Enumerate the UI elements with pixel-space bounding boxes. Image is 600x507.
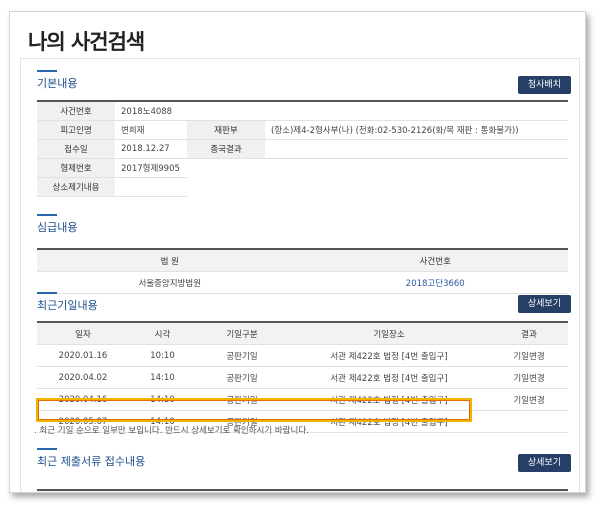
- submissions-table: 일 자 내 용: [37, 489, 568, 492]
- section-hearings-label: 최근기일내용: [37, 299, 98, 312]
- page-title: 나의 사건검색: [28, 30, 145, 54]
- col-time: 시각: [129, 322, 196, 345]
- value-receipt-date: 2018.12.27: [115, 139, 187, 159]
- value-final-result: [265, 139, 568, 159]
- empty-cell: [265, 178, 568, 197]
- trial-court: 서울중앙지방법원: [37, 271, 303, 294]
- cell-type: 공판기일: [196, 366, 288, 389]
- table-row: 접수일 2018.12.27 종국결과: [37, 139, 568, 159]
- col-date: 일 자: [37, 490, 159, 492]
- cell-result: 기일변경: [490, 388, 568, 411]
- value-defendant: 변희재: [115, 120, 187, 140]
- trial-table: 법 원 사건번호 서울중앙지방법원 2018고단3660: [37, 248, 568, 294]
- col-result: 결과: [490, 322, 568, 345]
- label-receipt-date: 접수일: [37, 139, 115, 159]
- cell-time: 14:10: [129, 366, 196, 389]
- label-court-division: 재판부: [187, 120, 265, 140]
- cell-type: 공판기일: [196, 344, 288, 367]
- section-bar: [37, 70, 57, 72]
- hearings-detail-button[interactable]: 상세보기: [517, 295, 571, 313]
- table-row: 사건번호 2018노4088: [37, 101, 568, 121]
- cell-result: 기일변경: [490, 344, 568, 367]
- highlight-box: [36, 398, 472, 422]
- label-case-number: 사건번호: [37, 101, 115, 121]
- section-submissions-title: 최근 제출서류 접수내용: [37, 448, 146, 469]
- table-row: 형제번호 2017형제9905: [37, 158, 568, 178]
- table-header-row: 법 원 사건번호: [37, 249, 568, 272]
- trial-case-link[interactable]: 2018고단3660: [302, 271, 568, 294]
- table-header-row: 일자 시각 기일구분 기일장소 결과: [37, 322, 568, 345]
- table-row: 피고인명 변희재 재판부 (항소)제4-2형사부(나) (전화:02-530-2…: [37, 120, 568, 140]
- section-basic-title: 기본내용: [37, 70, 78, 91]
- table-header-row: 일 자 내 용: [37, 490, 568, 492]
- value-appeal: [115, 177, 187, 197]
- section-bar: [37, 214, 57, 216]
- col-place: 기일장소: [288, 322, 490, 345]
- empty-value: [265, 101, 568, 121]
- empty-label: [187, 101, 265, 121]
- table-row: 서울중앙지방법원 2018고단3660: [37, 271, 568, 294]
- label-final-result: 종국결과: [187, 139, 265, 159]
- cell-date: 2020.01.16: [37, 344, 129, 367]
- section-basic-label: 기본내용: [37, 77, 78, 90]
- section-bar: [37, 292, 57, 294]
- section-bar: [37, 448, 57, 450]
- cell-result: 기일변경: [490, 366, 568, 389]
- table-row: 2020.04.02 14:10 공판기일 서관 제422호 법정 [4번 출입…: [37, 366, 568, 389]
- section-trial-title: 심급내용: [37, 214, 78, 235]
- col-date: 일자: [37, 322, 129, 345]
- value-prosecution-number: 2017형제9905: [115, 158, 187, 178]
- empty-cell: [187, 178, 265, 197]
- table-row: 2020.01.16 10:10 공판기일 서관 제422호 법정 [4번 출입…: [37, 344, 568, 367]
- case-search-window: 나의 사건검색 기본내용 청사배치 사건번호 2018노4088 피고인명 변희…: [9, 11, 586, 493]
- section-hearings-title: 최근기일내용: [37, 292, 98, 313]
- table-row: 상소제기내용: [37, 177, 568, 197]
- cell-place: 서관 제422호 법정 [4번 출입구]: [288, 366, 490, 389]
- value-court-division: (항소)제4-2형사부(나) (전화:02-530-2126(화/목 재판 : …: [265, 120, 568, 140]
- empty-cell: [265, 159, 568, 178]
- cell-date: 2020.04.02: [37, 366, 129, 389]
- col-content: 내 용: [159, 490, 568, 492]
- value-case-number: 2018노4088: [115, 101, 187, 121]
- col-case-number: 사건번호: [302, 249, 568, 272]
- col-court: 법 원: [37, 249, 303, 272]
- empty-cell: [187, 159, 265, 178]
- hearings-note-text: 최근 기일 순으로 일부만 보입니다. 반드시 상세보기로 확인하시기 바랍니다…: [39, 426, 309, 436]
- basic-info-table: 사건번호 2018노4088 피고인명 변희재 재판부 (항소)제4-2형사부(…: [37, 100, 568, 197]
- label-appeal: 상소제기내용: [37, 177, 115, 197]
- label-defendant: 피고인명: [37, 120, 115, 140]
- cell-place: 서관 제422호 법정 [4번 출입구]: [288, 344, 490, 367]
- court-layout-button[interactable]: 청사배치: [517, 76, 571, 94]
- cell-time: 10:10: [129, 344, 196, 367]
- submissions-detail-button[interactable]: 상세보기: [517, 454, 571, 472]
- label-prosecution-number: 형제번호: [37, 158, 115, 178]
- section-submissions-label: 최근 제출서류 접수내용: [37, 455, 146, 468]
- col-type: 기일구분: [196, 322, 288, 345]
- hearings-note: . 최근 기일 순으로 일부만 보입니다. 반드시 상세보기로 확인하시기 바랍…: [34, 424, 309, 436]
- cell-result: [490, 410, 568, 433]
- section-trial-label: 심급내용: [37, 221, 78, 234]
